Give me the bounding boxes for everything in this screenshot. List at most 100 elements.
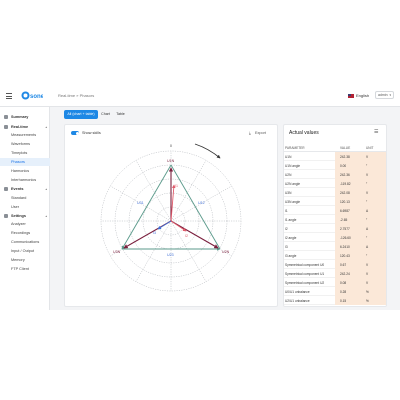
param-cell: U1N [285,154,292,159]
sidebar-item-measurements[interactable]: Measurements [0,131,50,139]
table-row: Symmetrical component U2 0.08 V [284,278,386,287]
summary-icon [4,115,8,119]
chevron-up-icon: ▴ [45,125,47,129]
table-row: U2N angle -119.82 ° [284,179,386,188]
param-cell: I3 [285,244,288,249]
sidebar-item-ftp-client[interactable]: FTP Client [0,265,50,273]
sidebar-item-analyzer[interactable]: Analyzer [0,220,50,228]
tab-all[interactable]: All (chart + table) [64,110,98,119]
value-cell: 242.08 [335,188,360,197]
label-u31: U31 [137,201,144,205]
i2-vector [170,220,187,232]
value-cell: 6.6987 [335,206,360,215]
sidebar-item-label: Communications [11,240,40,244]
table-row: Symmetrical component U0 0.67 V [284,260,386,269]
value-cell: 120.13 [335,197,360,206]
value-cell: 0.28 [335,287,360,296]
unit-cell: ° [360,233,386,242]
sidebar-item-input-output[interactable]: Input / Output [0,247,50,255]
sidebar-item-label: Events [11,187,24,191]
phasor-chart-card: Show skills ⤓ Export U1N U2N U3N U12 U23… [64,124,278,307]
unit-cell: ° [360,215,386,224]
sidebar-item-memory[interactable]: Memory [0,256,50,264]
param-cell: U0/U1 unbalance [285,289,310,294]
app-window: sonel Real-time » Phasors English admin▾… [0,85,400,310]
uk-flag-icon [348,93,354,98]
sidebar-item-label: Input / Output [11,249,35,253]
unit-cell: V [360,269,386,278]
value-cell: -119.82 [335,179,360,188]
sidebar-item-label: Recordings [11,231,31,235]
unit-cell: % [360,287,386,296]
unit-cell: ° [360,179,386,188]
value-cell: -2.65 [335,215,360,224]
sidebar-item-harmonics[interactable]: Harmonics [0,167,50,175]
sidebar-item-summary[interactable]: Summary [0,113,50,121]
table-row: U2N 242.36 V [284,170,386,179]
sidebar-item-label: Standard [11,196,27,200]
sidebar-item-settings[interactable]: Settings ▴ [0,212,50,220]
param-cell: Symmetrical component U0 [285,262,325,267]
param-cell: U2N [285,172,292,177]
unit-cell: A [360,242,386,251]
unit-cell: % [360,296,386,305]
param-cell: U3N [285,190,292,195]
param-cell: I2 angle [285,235,297,240]
sidebar-item-user[interactable]: User [0,203,50,211]
sidebar-item-label: Settings [11,214,26,218]
unit-cell: V [360,188,386,197]
sidebar-item-phasors[interactable]: Phasors [0,158,50,166]
value-cell: -126.60 [335,233,360,242]
label-i1: I1 [175,184,178,188]
table-header: PARAMETER VALUE UNIT [284,143,386,152]
table-row: U2/U1 unbalance 0.15% [284,296,386,305]
col-parameter: PARAMETER [285,146,305,150]
param-cell: U3N angle [285,199,301,204]
sidebar-item-label: Real-time [11,125,29,129]
param-cell: U1N angle [285,163,301,168]
language-selector[interactable]: English [348,93,369,98]
table-row: I1 6.6987 A [284,206,386,215]
sidebar-item-label: FTP Client [11,267,29,271]
sidebar-item-events[interactable]: Events ▴ [0,185,50,193]
axis-label-0: 0 [170,144,172,148]
table-row: I2 2.7577 A [284,224,386,233]
value-cell: 242.24 [335,269,360,278]
table-row: I2 angle -126.60 ° [284,233,386,242]
hamburger-menu-icon[interactable] [6,93,12,99]
sidebar-item-interharmonics[interactable]: Interharmonics [0,176,50,184]
label-i2: I2 [185,234,188,238]
sidebar-item-real-time[interactable]: Real-time ▴ [0,123,50,131]
param-cell: I3 angle [285,253,297,258]
top-bar: sonel Real-time » Phasors English admin▾ [0,85,400,107]
value-cell: 0.08 [335,278,360,287]
unit-cell: ° [360,197,386,206]
unit-cell: V [360,170,386,179]
value-cell: 6.2410 [335,242,360,251]
sidebar-item-recordings[interactable]: Recordings [0,229,50,237]
col-unit: UNIT [366,146,374,150]
sidebar-item-label: Summary [11,115,29,119]
label-i3: I3 [153,231,156,235]
sidebar-item-standard[interactable]: Standard [0,194,50,202]
sidebar-item-label: Timeplots [11,151,28,155]
table-menu-icon[interactable]: ☰ [374,129,378,135]
value-cell: 242.36 [335,170,360,179]
value-cell: 120.43 [335,251,360,260]
param-cell: Symmetrical component U1 [285,271,325,276]
rotation-arrow [194,143,221,159]
svg-text:sonel: sonel [30,94,43,100]
label-u3n: U3N [113,250,121,254]
tab-table[interactable]: Table [113,110,128,119]
sonel-logo: sonel [21,91,43,100]
tab-chart[interactable]: Chart [98,110,113,119]
chevron-up-icon: ▴ [45,187,47,191]
events-icon [4,187,8,191]
sidebar-item-communications[interactable]: Communications [0,238,50,246]
user-menu[interactable]: admin ▾ [375,91,394,99]
sidebar-item-timeplots[interactable]: Timeplots [0,149,50,157]
table-row: I3 angle 120.43 ° [284,251,386,260]
value-cell: 242.38 [335,152,360,161]
sidebar-item-waveforms[interactable]: Waveforms [0,140,50,148]
chevron-down-icon: ▾ [389,93,391,97]
